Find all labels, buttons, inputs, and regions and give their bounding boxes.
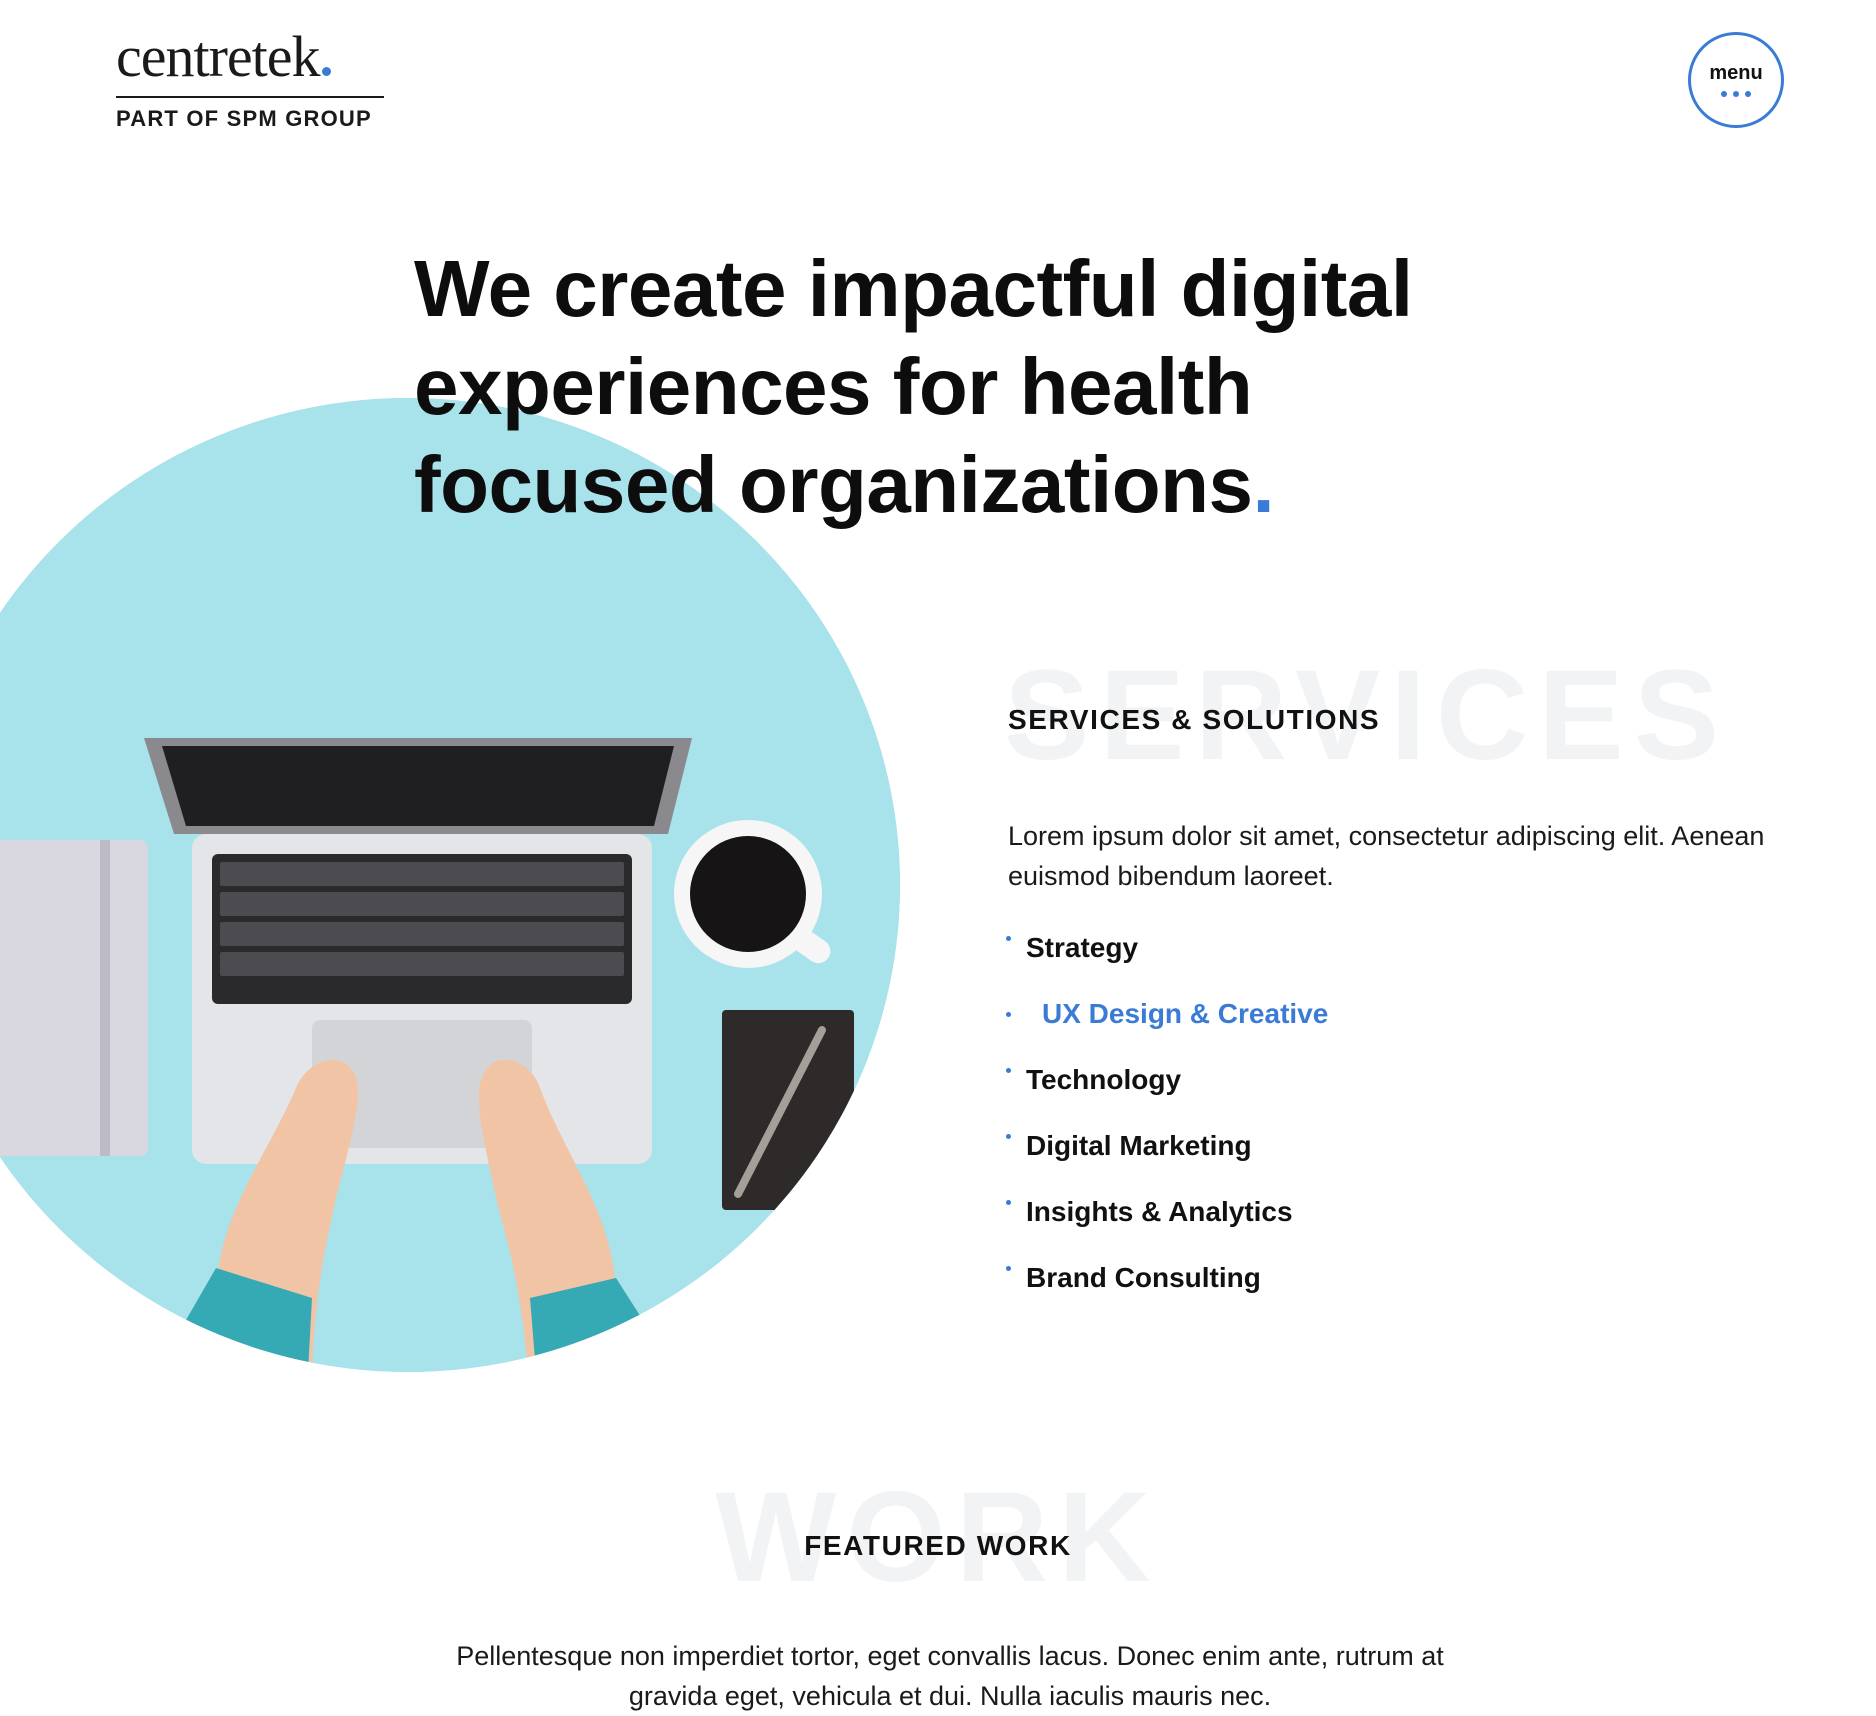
logo-wordmark: centretek xyxy=(116,28,386,86)
menu-dots-icon xyxy=(1721,91,1751,97)
brand-logo[interactable]: centretek PART OF SPM GROUP xyxy=(116,28,386,132)
service-item-insights-analytics[interactable]: Insights & Analytics xyxy=(1006,1188,1328,1254)
service-item-label: Brand Consulting xyxy=(1026,1262,1261,1293)
bullet-dot-icon xyxy=(1006,1068,1011,1073)
logo-divider xyxy=(116,96,384,98)
service-item-brand-consulting[interactable]: Brand Consulting xyxy=(1006,1254,1328,1320)
menu-button[interactable]: menu xyxy=(1688,32,1784,128)
logo-subtitle: PART OF SPM GROUP xyxy=(116,106,372,131)
bullet-dot-icon xyxy=(1006,1200,1011,1205)
services-description: Lorem ipsum dolor sit amet, consectetur … xyxy=(1008,821,1765,891)
menu-label: menu xyxy=(1709,62,1763,84)
featured-work-heading: FEATURED WORK xyxy=(804,1530,1072,1561)
service-item-label: Technology xyxy=(1026,1064,1182,1095)
service-item-label: Insights & Analytics xyxy=(1026,1196,1293,1227)
logo-dot-icon xyxy=(321,67,331,76)
logo-word: centretek xyxy=(116,24,321,89)
service-item-ux-design[interactable]: UX Design & Creative xyxy=(1006,990,1328,1056)
bullet-dot-icon xyxy=(1006,936,1011,941)
hero-headline: We create impactful digital experiences … xyxy=(414,240,1514,534)
service-item-strategy[interactable]: Strategy xyxy=(1006,924,1328,990)
hero-headline-accent-dot: . xyxy=(1252,440,1275,529)
bullet-dot-icon xyxy=(1006,1012,1011,1017)
laptop-workspace-icon xyxy=(0,398,900,1372)
service-item-label: Strategy xyxy=(1026,932,1139,963)
services-list: Strategy UX Design & Creative Technology… xyxy=(1006,924,1328,1320)
bullet-dot-icon xyxy=(1006,1266,1011,1271)
service-item-digital-marketing[interactable]: Digital Marketing xyxy=(1006,1122,1328,1188)
service-item-label: Digital Marketing xyxy=(1026,1130,1252,1161)
service-item-label: UX Design & Creative xyxy=(1042,998,1329,1029)
service-item-technology[interactable]: Technology xyxy=(1006,1056,1328,1122)
services-heading: SERVICES & SOLUTIONS xyxy=(1008,704,1381,735)
featured-work-description: Pellentesque non imperdiet tortor, eget … xyxy=(456,1641,1444,1711)
hero-image xyxy=(0,398,900,1372)
bullet-dot-icon xyxy=(1006,1134,1011,1139)
